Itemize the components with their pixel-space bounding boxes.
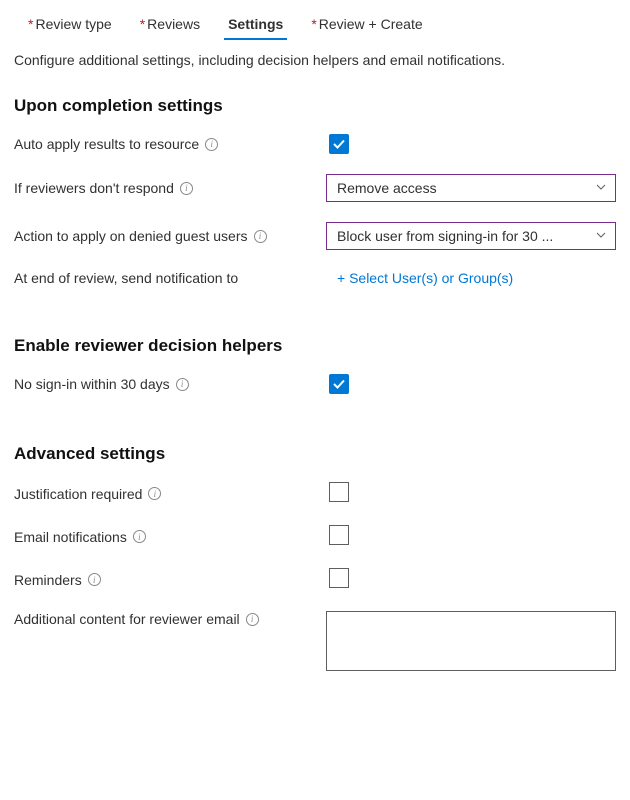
info-icon[interactable]: i [246,613,259,626]
end-notify-label: At end of review, send notification to [14,270,238,286]
justification-label: Justification required [14,486,142,502]
tab-label: Settings [228,16,283,32]
row-end-notify: At end of review, send notification to +… [14,270,616,286]
tab-label: Review + Create [319,16,423,32]
row-justification: Justification required i [14,482,616,505]
auto-apply-checkbox[interactable] [329,134,349,154]
section-advanced-title: Advanced settings [14,444,616,464]
select-value: Block user from signing-in for 30 ... [337,228,553,244]
required-asterisk: * [28,16,33,32]
info-icon[interactable]: i [176,378,189,391]
section-completion-title: Upon completion settings [14,96,616,116]
row-additional-content: Additional content for reviewer email i [14,611,616,674]
tab-bar: *Review type *Reviews Settings *Review +… [14,10,616,40]
row-reminders: Reminders i [14,568,616,591]
chevron-down-icon [595,228,607,244]
tab-reviews[interactable]: *Reviews [126,10,214,40]
if-no-respond-select[interactable]: Remove access [326,174,616,202]
chevron-down-icon [595,180,607,196]
row-auto-apply: Auto apply results to resource i [14,134,616,154]
row-if-no-respond: If reviewers don't respond i Remove acce… [14,174,616,202]
no-signin-label: No sign-in within 30 days [14,376,170,392]
row-no-signin: No sign-in within 30 days i [14,374,616,394]
denied-guest-select[interactable]: Block user from signing-in for 30 ... [326,222,616,250]
row-denied-guest: Action to apply on denied guest users i … [14,222,616,250]
justification-checkbox[interactable] [329,482,349,502]
required-asterisk: * [140,16,145,32]
row-email-notif: Email notifications i [14,525,616,548]
info-icon[interactable]: i [205,138,218,151]
required-asterisk: * [311,16,316,32]
reminders-checkbox[interactable] [329,568,349,588]
reminders-label: Reminders [14,572,82,588]
email-notif-checkbox[interactable] [329,525,349,545]
email-notif-label: Email notifications [14,529,127,545]
tab-label: Reviews [147,16,200,32]
denied-guest-label: Action to apply on denied guest users [14,228,248,244]
info-icon[interactable]: i [133,530,146,543]
tab-review-create[interactable]: *Review + Create [297,10,436,40]
section-helpers-title: Enable reviewer decision helpers [14,336,616,356]
if-no-respond-label: If reviewers don't respond [14,180,174,196]
tab-review-type[interactable]: *Review type [14,10,126,40]
tab-label: Review type [35,16,111,32]
info-icon[interactable]: i [254,230,267,243]
select-value: Remove access [337,180,437,196]
info-icon[interactable]: i [148,487,161,500]
intro-text: Configure additional settings, including… [14,52,616,68]
info-icon[interactable]: i [88,573,101,586]
select-users-link[interactable]: + Select User(s) or Group(s) [329,270,513,286]
tab-settings[interactable]: Settings [214,10,297,40]
additional-content-textarea[interactable] [326,611,616,671]
additional-content-label: Additional content for reviewer email [14,611,240,627]
no-signin-checkbox[interactable] [329,374,349,394]
auto-apply-label: Auto apply results to resource [14,136,199,152]
info-icon[interactable]: i [180,182,193,195]
